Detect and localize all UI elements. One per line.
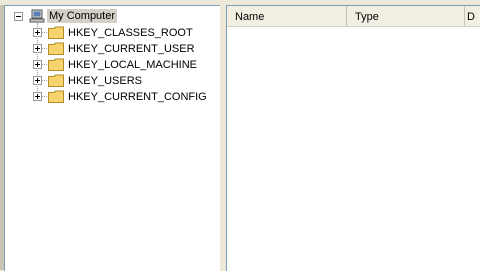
computer-icon — [29, 9, 45, 23]
tree-node-hkey-current-config[interactable]: HKEY_CURRENT_CONFIG — [5, 89, 207, 105]
tree-node-label: HKEY_LOCAL_MACHINE — [68, 59, 197, 71]
tree-node-label: HKEY_CURRENT_CONFIG — [68, 91, 207, 103]
tree-node-label: HKEY_CLASSES_ROOT — [68, 27, 193, 39]
tree-node-hkey-users[interactable]: HKEY_USERS — [5, 73, 205, 89]
values-list-pane[interactable]: Name Type D — [226, 5, 480, 271]
column-header-data[interactable]: D — [465, 6, 480, 26]
tree-node-hkey-current-user[interactable]: HKEY_CURRENT_USER — [5, 41, 205, 57]
tree-node-hkey-classes-root[interactable]: HKEY_CLASSES_ROOT — [5, 25, 205, 41]
collapse-toggle-my-computer[interactable] — [14, 12, 23, 21]
tree-node-hkey-local-machine[interactable]: HKEY_LOCAL_MACHINE — [5, 57, 205, 73]
column-header-name[interactable]: Name — [227, 6, 347, 26]
tree-node-label: HKEY_USERS — [68, 75, 142, 87]
column-header-type[interactable]: Type — [347, 6, 465, 26]
list-column-header: Name Type D — [227, 6, 480, 27]
tree-node-label: My Computer — [47, 9, 118, 23]
tree-node-label: HKEY_CURRENT_USER — [68, 43, 195, 55]
registry-tree-pane[interactable]: My Computer HKEY_CLASSES_ROOT HKEY_CURRE… — [4, 5, 220, 271]
